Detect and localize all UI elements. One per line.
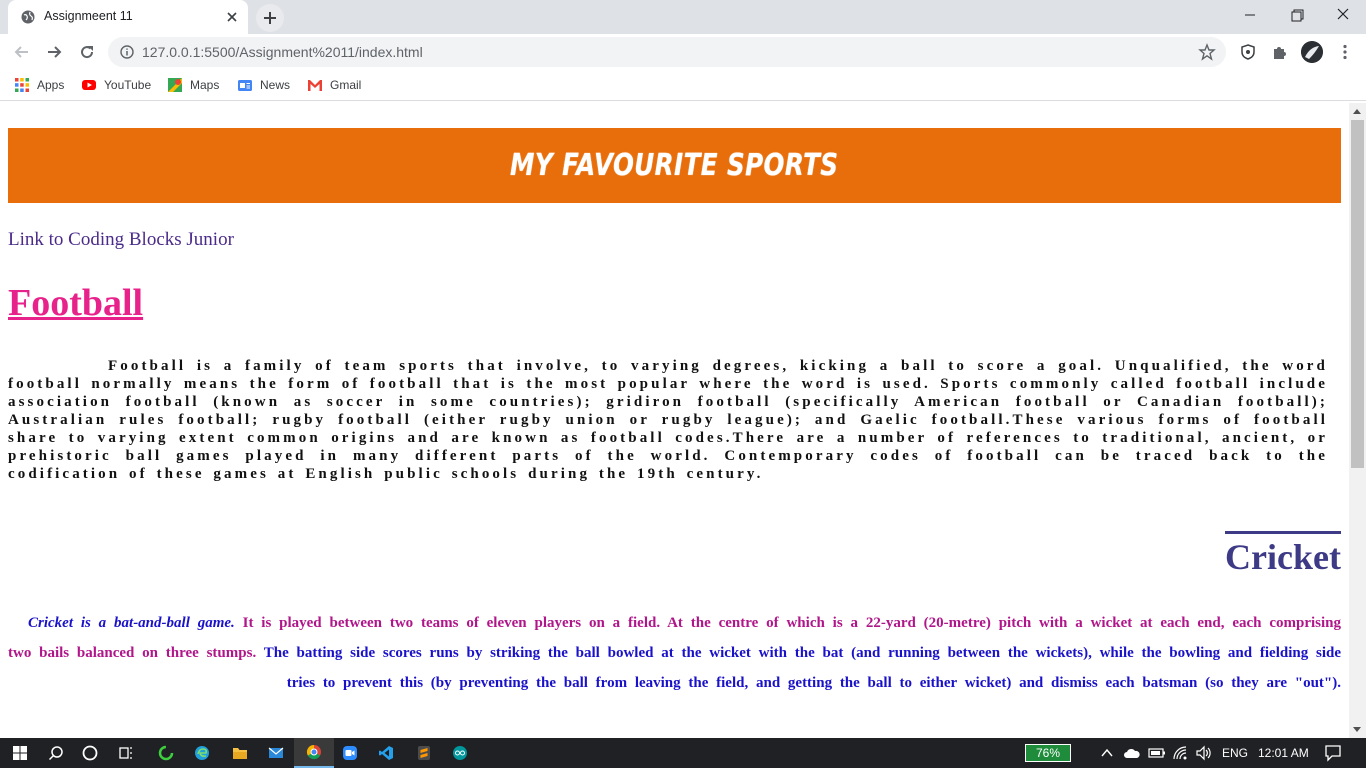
arduino-icon <box>453 746 467 760</box>
vscode-icon <box>379 746 393 760</box>
bookmark-label: Maps <box>190 78 220 92</box>
tab-strip: Assignmeent 11 <box>0 0 1366 34</box>
gmail-icon <box>308 80 322 91</box>
battery-indicator[interactable]: 76% <box>1025 744 1071 762</box>
clock[interactable]: 12:01 AM <box>1258 746 1309 760</box>
browser-tab[interactable]: Assignmeent 11 <box>8 0 248 34</box>
restore-icon[interactable] <box>1283 4 1311 26</box>
folder-icon <box>233 748 247 759</box>
start-button[interactable] <box>0 738 40 768</box>
scroll-up-arrow-icon[interactable] <box>1353 109 1361 114</box>
sublime-icon <box>418 746 430 760</box>
tab-title: Assignmeent 11 <box>44 9 133 23</box>
taskbar-app-vscode[interactable] <box>366 738 406 768</box>
reload-icon[interactable] <box>77 42 97 62</box>
cricket-text-batting: The batting side scores runs by striking… <box>263 645 1341 691</box>
battery-percent: 76% <box>1035 746 1061 760</box>
bookmark-label: News <box>260 78 291 92</box>
wifi-icon[interactable] <box>1172 745 1190 761</box>
avatar-icon <box>1301 41 1323 63</box>
chrome-menu-icon[interactable] <box>1336 43 1354 61</box>
apps-grid-icon <box>15 78 29 92</box>
edge-icon <box>195 746 209 760</box>
plus-icon <box>264 12 276 24</box>
new-tab-button[interactable] <box>256 4 284 32</box>
windows-logo-icon <box>13 746 27 760</box>
volume-icon[interactable] <box>1195 745 1213 761</box>
taskbar-app-file-explorer[interactable] <box>220 738 260 768</box>
chrome-icon <box>306 744 321 760</box>
taskbar-app-edge[interactable] <box>182 738 222 768</box>
taskbar-app-sublime[interactable] <box>404 738 444 768</box>
page-scrollbar[interactable] <box>1349 103 1366 738</box>
scroll-down-arrow-icon[interactable] <box>1353 727 1361 732</box>
bookmark-label: YouTube <box>104 78 152 92</box>
windows-taskbar: 76% ENG 12:01 AM <box>0 738 1366 768</box>
bookmark-label: Gmail <box>330 78 362 92</box>
bookmark-apps[interactable]: Apps <box>14 76 64 94</box>
bookmark-maps[interactable]: Maps <box>167 76 219 94</box>
battery-icon[interactable] <box>1148 747 1166 759</box>
bookmark-news[interactable]: News <box>237 76 290 94</box>
minimize-icon[interactable] <box>1236 4 1264 26</box>
notification-center-icon[interactable] <box>1324 744 1342 762</box>
page-viewport: MY FAVOURITE SPORTS Link to Coding Block… <box>0 103 1349 738</box>
search-icon <box>48 746 63 761</box>
profile-avatar[interactable] <box>1301 41 1323 63</box>
info-icon[interactable] <box>120 45 134 59</box>
cricket-heading: Cricket <box>1225 531 1341 578</box>
extensions-puzzle-icon[interactable] <box>1271 43 1289 61</box>
taskbar-app-chrome[interactable] <box>294 738 334 768</box>
browser-toolbar: 127.0.0.1:5500/Assignment%2011/index.htm… <box>0 34 1366 70</box>
page-title: MY FAVOURITE SPORTS <box>510 148 839 183</box>
bookmark-youtube[interactable]: YouTube <box>81 76 151 94</box>
bookmark-star-icon[interactable] <box>1198 43 1216 61</box>
mail-icon <box>268 747 284 758</box>
cricket-paragraph: Cricket is a bat-and-ball game. It is pl… <box>8 608 1341 698</box>
close-tab-icon[interactable] <box>224 9 240 25</box>
address-bar[interactable]: 127.0.0.1:5500/Assignment%2011/index.htm… <box>108 37 1226 67</box>
taskbar-app-zoom[interactable] <box>330 738 370 768</box>
taskbar-app-mail[interactable] <box>256 738 296 768</box>
maps-icon <box>168 78 182 92</box>
news-icon <box>238 80 252 91</box>
task-view-button[interactable] <box>106 738 146 768</box>
bookmarks-bar: Apps YouTube Maps News Gmail <box>0 70 1366 101</box>
football-paragraph: Football is a family of team sports that… <box>8 358 1328 482</box>
coding-blocks-link[interactable]: Link to Coding Blocks Junior <box>8 229 234 251</box>
cortana-button[interactable] <box>70 738 110 768</box>
forward-icon[interactable] <box>44 42 64 62</box>
green-circle-app-icon <box>158 745 174 761</box>
youtube-icon <box>82 80 96 90</box>
scroll-thumb[interactable] <box>1351 120 1364 468</box>
shield-extension-icon[interactable] <box>1239 43 1257 61</box>
globe-icon <box>21 10 35 24</box>
onedrive-cloud-icon[interactable] <box>1123 746 1141 760</box>
taskbar-app-loader[interactable] <box>146 738 186 768</box>
title-banner: MY FAVOURITE SPORTS <box>8 128 1341 203</box>
back-icon[interactable] <box>12 42 32 62</box>
close-window-icon[interactable] <box>1329 4 1357 26</box>
zoom-icon <box>343 746 357 760</box>
football-heading: Football <box>8 282 144 324</box>
url-text[interactable]: 127.0.0.1:5500/Assignment%2011/index.htm… <box>142 44 423 60</box>
bookmark-gmail[interactable]: Gmail <box>307 76 361 94</box>
taskbar-app-arduino[interactable] <box>440 738 480 768</box>
bookmark-label: Apps <box>37 78 65 92</box>
cricket-text-intro: Cricket is a bat-and-ball game. <box>28 615 235 631</box>
cortana-circle-icon <box>82 745 98 761</box>
task-view-icon <box>119 747 132 759</box>
language-indicator[interactable]: ENG <box>1222 746 1248 760</box>
chevron-up-icon[interactable] <box>1100 747 1114 759</box>
